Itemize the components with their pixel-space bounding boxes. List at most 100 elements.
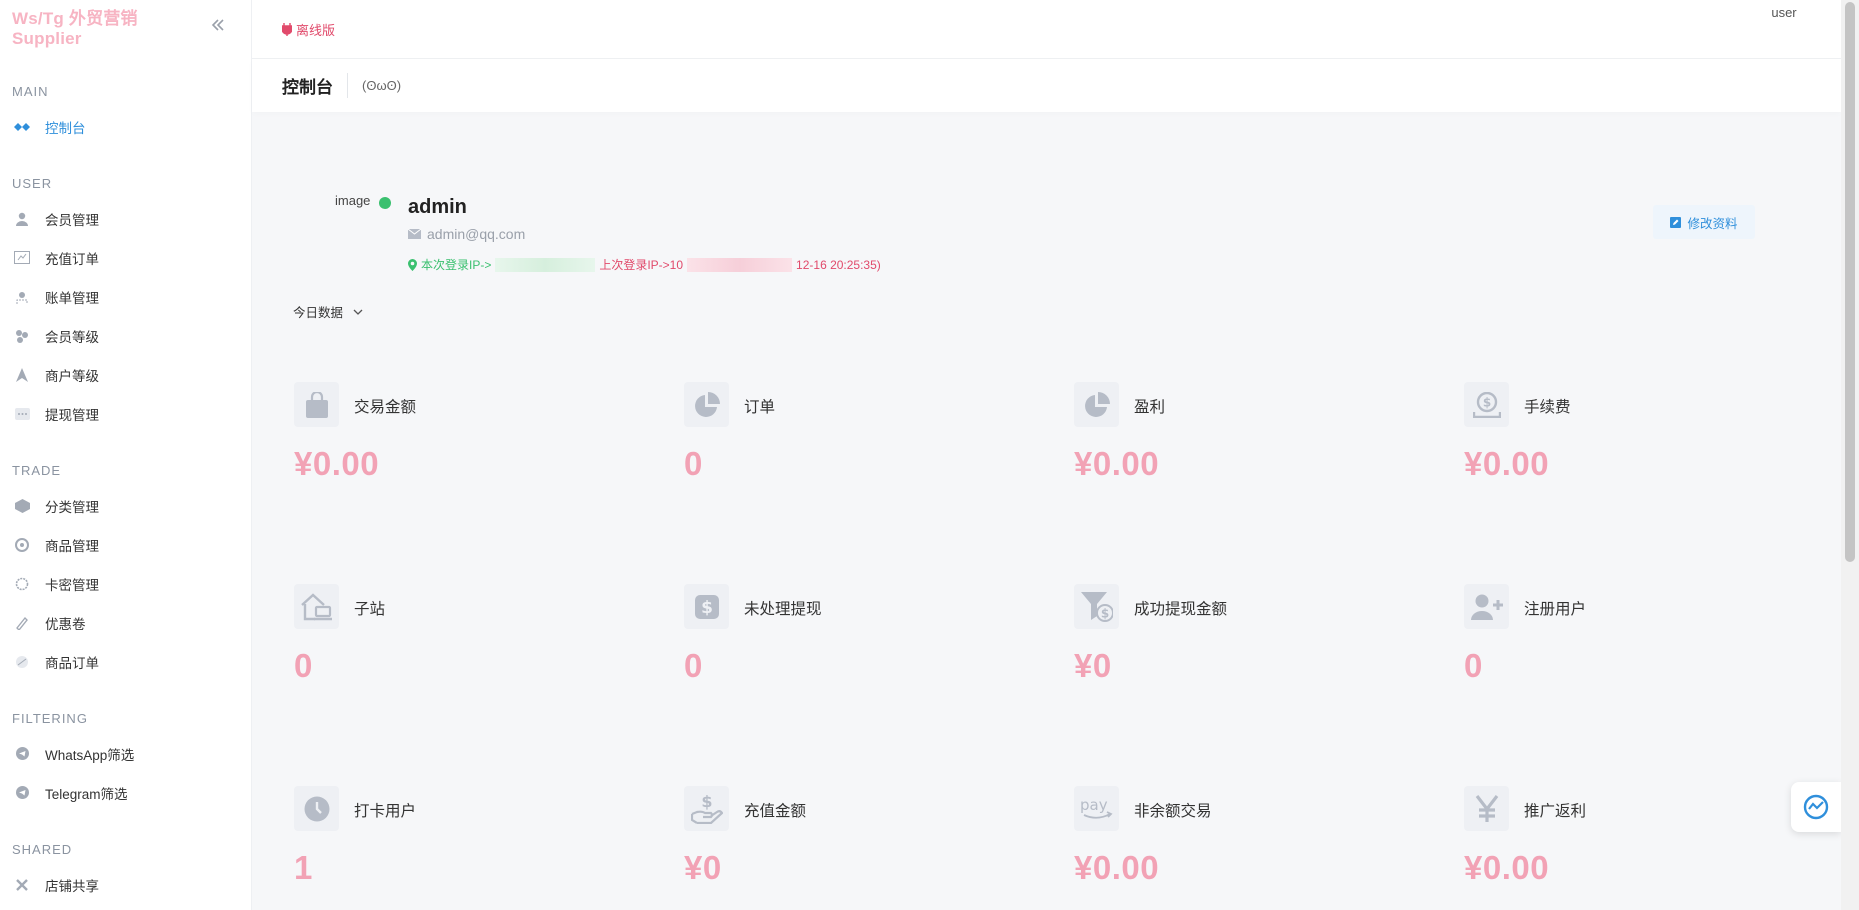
page-title: 控制台 [282, 73, 348, 98]
edit-profile-label: 修改资料 [1687, 216, 1738, 231]
sidebar-item-2-4[interactable]: 商品订单 [0, 642, 251, 681]
nav-section-trade: TRADE [12, 463, 62, 478]
svg-text:pay: pay [1080, 797, 1108, 814]
profile-name: admin [408, 196, 467, 218]
dashboard-icon [13, 118, 31, 136]
brand-title: Ws/Tg 外贸营销 Supplier [12, 8, 138, 48]
stat-value: ¥0 [1074, 647, 1112, 684]
stat-card: $ 成功提现金额 ¥0 [1066, 549, 1456, 751]
pie-icon [1074, 382, 1119, 427]
sidebar-item-3-1[interactable]: Telegram筛选 [0, 773, 251, 812]
profile-image: image [335, 194, 377, 232]
stat-label: 打卡用户 [354, 803, 417, 820]
stat-label: 盈利 [1134, 399, 1166, 416]
stat-label: 交易金额 [354, 399, 417, 416]
sidebar-item-4-0[interactable]: 店铺共享 [0, 865, 251, 904]
sidebar-item-1-0[interactable]: 会员管理 [0, 199, 251, 238]
sidebar-item-label: 充值订单 [45, 251, 99, 267]
sidebar-item-label: 店铺共享 [45, 878, 99, 894]
stat-value: 0 [1464, 647, 1483, 684]
withdraw-icon [13, 405, 31, 423]
svg-text:$: $ [1100, 606, 1108, 620]
stat-label: 注册用户 [1524, 601, 1587, 618]
pay-icon: pay [1074, 786, 1119, 831]
stat-value: 0 [684, 445, 703, 482]
stat-card: 子站 0 [286, 549, 676, 751]
floating-action-button[interactable] [1791, 782, 1841, 832]
order-icon [13, 653, 31, 671]
user-avatar[interactable]: user [1769, 6, 1799, 40]
sidebar-item-label: 商品管理 [45, 538, 99, 554]
sidebar-item-label: 分类管理 [45, 499, 99, 515]
telegram-icon [13, 784, 31, 802]
nav-section-filtering: FILTERING [12, 711, 88, 726]
stat-card: $ 手续费 ¥0.00 [1456, 347, 1841, 549]
merchant-icon [13, 366, 31, 384]
page-header: 控制台 (ʘωʘ) [252, 59, 1841, 112]
sidebar-item-2-3[interactable]: 优惠卷 [0, 603, 251, 642]
profile-image-alt: image [335, 194, 371, 208]
last-login-time: 12-16 20:25:35) [796, 257, 881, 272]
sidebar-item-label: WhatsApp筛选 [45, 747, 135, 763]
double-chevron-left-icon[interactable] [211, 16, 225, 37]
yen-icon [1464, 786, 1509, 831]
date-range-dropdown[interactable]: 今日数据 [293, 302, 363, 321]
sidebar-item-3-0[interactable]: WhatsApp筛选 [0, 734, 251, 773]
current-ip-label: 本次登录IP-> [421, 258, 492, 272]
sidebar-item-1-1[interactable]: 充值订单 [0, 238, 251, 277]
clock-icon [294, 786, 339, 831]
stat-card: 盈利 ¥0.00 [1066, 347, 1456, 549]
category-icon [13, 497, 31, 515]
stat-card: pay 非余额交易 ¥0.00 [1066, 751, 1456, 910]
dollar-box-icon: $ [684, 584, 729, 629]
sidebar-item-1-3[interactable]: 会员等级 [0, 316, 251, 355]
stat-card: 订单 0 [676, 347, 1066, 549]
sidebar-item-label: 会员管理 [45, 212, 99, 228]
sidebar-item-label: 优惠卷 [45, 616, 86, 632]
nav-section-user: USER [12, 176, 53, 191]
date-range-label: 今日数据 [293, 306, 344, 320]
stat-label: 推广返利 [1524, 803, 1587, 820]
telegram-icon [13, 745, 31, 763]
sidebar-item-2-2[interactable]: 卡密管理 [0, 564, 251, 603]
stat-label: 手续费 [1524, 399, 1571, 416]
sidebar-item-label: 账单管理 [45, 290, 99, 306]
sidebar-item-2-0[interactable]: 分类管理 [0, 486, 251, 525]
nav-section-main: MAIN [12, 84, 49, 99]
stat-value: 0 [684, 647, 703, 684]
sidebar-item-1-4[interactable]: 商户等级 [0, 355, 251, 394]
sidebar-item-label: 商品订单 [45, 655, 99, 671]
login-ip-line: 本次登录IP-> 上次登录IP->10 12-16 20:25:35) [408, 256, 881, 273]
hand-dollar-icon: $ [684, 786, 729, 831]
sidebar-item-1-2[interactable]: 账单管理 [0, 277, 251, 316]
plug-icon [282, 22, 292, 36]
sidebar-item-label: 商户等级 [45, 368, 99, 384]
share-icon [13, 876, 31, 894]
sidebar: Ws/Tg 外贸营销 Supplier MAIN 控制台 USER 会员管理充值订单账… [0, 0, 252, 910]
card-icon [13, 575, 31, 593]
sidebar-item-1-5[interactable]: 提现管理 [0, 394, 251, 433]
stat-card: 推广返利 ¥0.00 [1456, 751, 1841, 910]
stat-label: 充值金额 [744, 803, 807, 820]
online-status-dot [379, 197, 391, 209]
sidebar-item-2-1[interactable]: 商品管理 [0, 525, 251, 564]
page-subtitle: (ʘωʘ) [362, 78, 402, 93]
main-content: image admin admin@qq.com 本次登录IP-> 上次登录IP… [252, 112, 1841, 910]
edit-icon [1670, 216, 1682, 228]
user-plus-icon [1464, 584, 1509, 629]
stat-value: ¥0.00 [294, 445, 380, 482]
sidebar-item-0-0[interactable]: 控制台 [0, 107, 251, 146]
svg-text:$: $ [701, 598, 713, 618]
stat-label: 非余额交易 [1134, 803, 1212, 820]
location-pin-icon [408, 258, 417, 271]
user-avatar-alt: user [1771, 5, 1797, 20]
scrollbar-thumb[interactable] [1845, 2, 1855, 562]
chart-sync-icon [1803, 794, 1829, 820]
offline-mode-badge[interactable]: 离线版 [282, 20, 335, 39]
last-ip-label: 上次登录IP->10 [599, 258, 684, 272]
stat-value: 0 [294, 647, 313, 684]
vertical-scrollbar[interactable] [1841, 0, 1859, 910]
stat-card: 打卡用户 1 [286, 751, 676, 910]
edit-profile-button[interactable]: 修改资料 [1653, 205, 1755, 239]
sidebar-item-label: Telegram筛选 [45, 786, 128, 802]
